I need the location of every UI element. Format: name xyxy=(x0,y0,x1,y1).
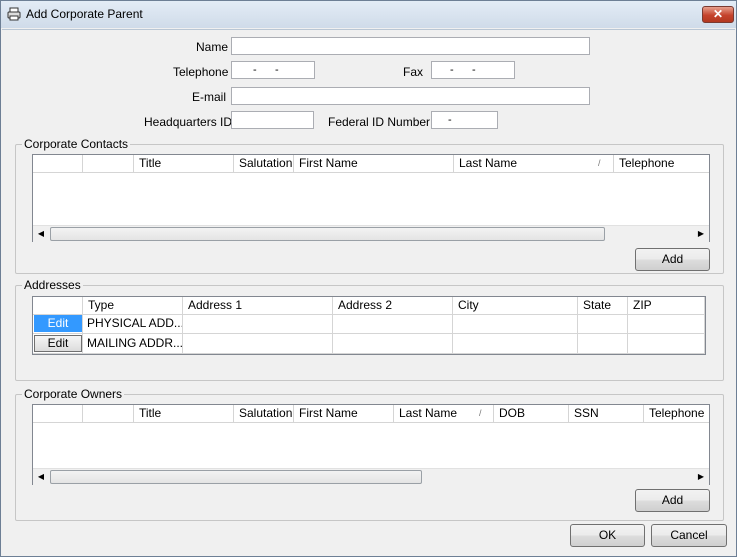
addresses-grid[interactable]: Type Address 1 Address 2 City State ZIP … xyxy=(32,296,706,355)
address2-cell[interactable] xyxy=(333,334,453,353)
owners-horizontal-scrollbar[interactable]: ◀ ▶ xyxy=(33,468,709,485)
contacts-horizontal-scrollbar[interactable]: ◀ ▶ xyxy=(33,225,709,242)
contacts-col-last-name-label: Last Name xyxy=(459,156,518,170)
fax-mask: - - xyxy=(450,64,476,76)
email-input[interactable] xyxy=(231,87,590,105)
addresses-col-city[interactable]: City xyxy=(453,297,578,314)
addresses-col-zip[interactable]: ZIP xyxy=(628,297,705,314)
scroll-right-arrow-icon[interactable]: ▶ xyxy=(693,226,709,242)
address-edit-cell: Edit xyxy=(33,314,83,333)
addresses-col-edit[interactable] xyxy=(33,297,83,314)
title-bar[interactable]: Add Corporate Parent ✕ xyxy=(1,1,736,28)
owners-col-title[interactable]: Title xyxy=(134,405,234,422)
owners-col-ssn[interactable]: SSN xyxy=(569,405,644,422)
contacts-col-last-name[interactable]: Last Name / xyxy=(454,155,614,172)
scroll-right-arrow-icon[interactable]: ▶ xyxy=(693,469,709,485)
close-icon: ✕ xyxy=(712,7,724,21)
state-cell[interactable] xyxy=(578,314,628,333)
owners-add-button[interactable]: Add xyxy=(635,489,710,512)
sort-indicator-icon: / xyxy=(479,408,482,418)
owners-grid-header: Title Salutation First Name Last Name / … xyxy=(33,405,709,423)
contacts-col-first-name[interactable]: First Name xyxy=(294,155,454,172)
fax-label: Fax xyxy=(403,65,424,79)
owners-col-blank[interactable] xyxy=(83,405,134,422)
owners-col-last-name-label: Last Name xyxy=(399,406,458,420)
federal-id-input[interactable]: - xyxy=(431,111,498,129)
owners-col-last-name[interactable]: Last Name / xyxy=(394,405,494,422)
edit-button[interactable]: Edit xyxy=(34,335,82,352)
name-input[interactable] xyxy=(231,37,590,55)
dialog-window: Add Corporate Parent ✕ Name Telephone - … xyxy=(0,0,737,557)
owners-col-first-name[interactable]: First Name xyxy=(294,405,394,422)
telephone-label: Telephone xyxy=(173,65,229,79)
contacts-col-blank[interactable] xyxy=(83,155,134,172)
scroll-left-arrow-icon[interactable]: ◀ xyxy=(33,226,49,242)
corporate-contacts-group: Corporate Contacts Title Salutation Firs… xyxy=(15,137,724,274)
edit-button[interactable]: Edit xyxy=(34,315,82,332)
corporate-owners-group: Corporate Owners Title Salutation First … xyxy=(15,387,724,521)
owners-col-telephone[interactable]: Telephone xyxy=(644,405,711,422)
contacts-col-telephone[interactable]: Telephone xyxy=(614,155,711,172)
email-label: E-mail xyxy=(192,90,227,104)
owners-col-salutation[interactable]: Salutation xyxy=(234,405,294,422)
table-row[interactable]: Edit PHYSICAL ADD... xyxy=(33,314,705,334)
addresses-col-state[interactable]: State xyxy=(578,297,628,314)
contacts-add-button[interactable]: Add xyxy=(635,248,710,271)
contacts-col-salutation[interactable]: Salutation xyxy=(234,155,294,172)
scroll-left-arrow-icon[interactable]: ◀ xyxy=(33,469,49,485)
contacts-grid-header: Title Salutation First Name Last Name / … xyxy=(33,155,709,173)
address-type-cell[interactable]: PHYSICAL ADD... xyxy=(83,314,183,333)
contacts-col-select[interactable] xyxy=(33,155,83,172)
sort-indicator-icon: / xyxy=(598,158,601,168)
city-cell[interactable] xyxy=(453,334,578,353)
address2-cell[interactable] xyxy=(333,314,453,333)
address1-cell[interactable] xyxy=(183,334,333,353)
federal-id-label: Federal ID Number xyxy=(328,115,431,129)
corporate-contacts-title: Corporate Contacts xyxy=(22,137,131,151)
table-row[interactable]: Edit MAILING ADDR... xyxy=(33,334,705,354)
headquarters-id-label: Headquarters ID xyxy=(144,115,233,129)
zip-cell[interactable] xyxy=(628,334,705,353)
telephone-mask: - - xyxy=(253,64,279,76)
contacts-scroll-thumb[interactable] xyxy=(50,227,605,241)
zip-cell[interactable] xyxy=(628,314,705,333)
fax-input[interactable]: - - xyxy=(431,61,515,79)
telephone-input[interactable]: - - xyxy=(231,61,315,79)
federal-id-mask: - xyxy=(448,114,452,126)
addresses-col-address1[interactable]: Address 1 xyxy=(183,297,333,314)
window-title: Add Corporate Parent xyxy=(26,7,143,21)
owners-scroll-thumb[interactable] xyxy=(50,470,422,484)
headquarters-id-input[interactable] xyxy=(231,111,314,129)
addresses-title: Addresses xyxy=(22,278,83,292)
addresses-group: Addresses Type Address 1 Address 2 City … xyxy=(15,278,724,381)
addresses-col-type[interactable]: Type xyxy=(83,297,183,314)
name-label: Name xyxy=(196,40,229,54)
owners-grid[interactable]: Title Salutation First Name Last Name / … xyxy=(32,404,710,485)
owners-col-select[interactable] xyxy=(33,405,83,422)
owners-col-dob[interactable]: DOB xyxy=(494,405,569,422)
dialog-body: Name Telephone - - Fax - - E-mail Headqu… xyxy=(2,29,735,555)
corporate-owners-title: Corporate Owners xyxy=(22,387,125,401)
addresses-col-address2[interactable]: Address 2 xyxy=(333,297,453,314)
contacts-grid[interactable]: Title Salutation First Name Last Name / … xyxy=(32,154,710,242)
cancel-button[interactable]: Cancel xyxy=(651,524,727,547)
state-cell[interactable] xyxy=(578,334,628,353)
city-cell[interactable] xyxy=(453,314,578,333)
address1-cell[interactable] xyxy=(183,314,333,333)
ok-button[interactable]: OK xyxy=(570,524,645,547)
addresses-grid-header: Type Address 1 Address 2 City State ZIP xyxy=(33,297,705,315)
printer-icon xyxy=(7,7,21,21)
address-type-cell[interactable]: MAILING ADDR... xyxy=(83,334,183,353)
address-edit-cell: Edit xyxy=(33,334,83,353)
contacts-col-title[interactable]: Title xyxy=(134,155,234,172)
close-button[interactable]: ✕ xyxy=(702,6,734,23)
